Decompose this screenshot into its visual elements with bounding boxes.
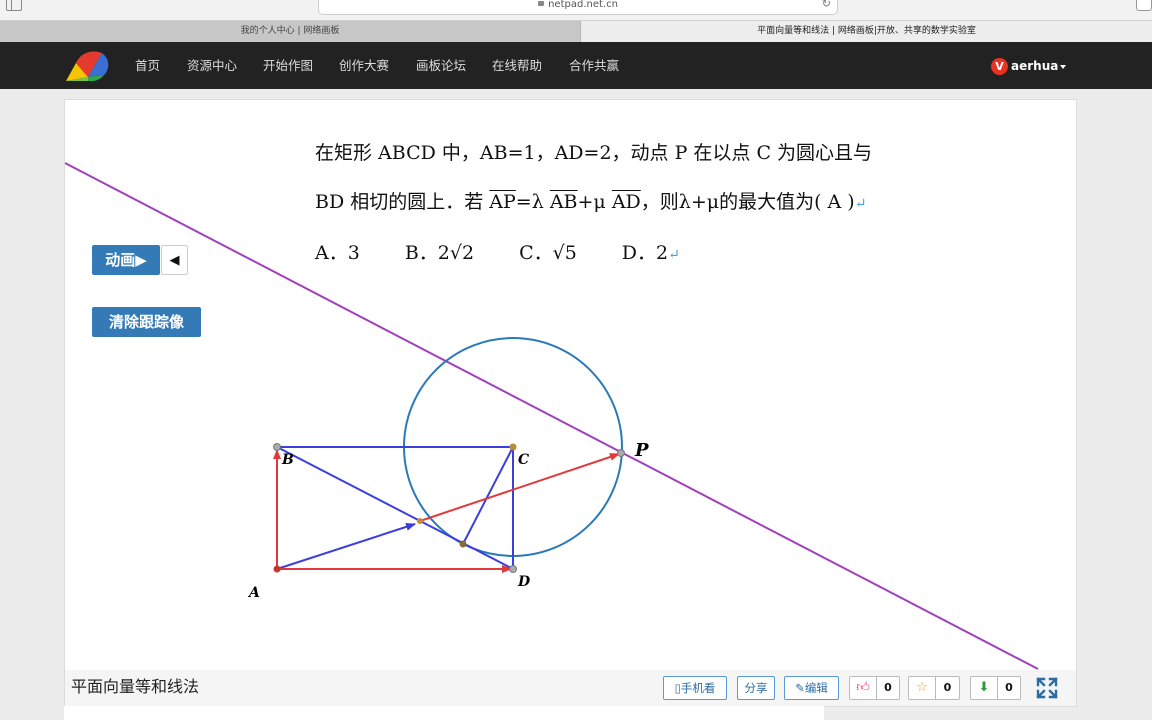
animate-reverse-button[interactable]: ◀ (161, 245, 188, 275)
geometry-figure: A B C D P (65, 162, 1039, 670)
tab-current-page[interactable]: 平面向量等和线法 | 网络画板|开放、共享的数学实验室 (581, 21, 1152, 42)
question-line-2: BD 相切的圆上．若 AP=λ AB+μ AD，则λ+μ的最大值为( A )↵ (315, 187, 866, 214)
return-mark-icon: ↵ (668, 247, 680, 263)
point-tangent[interactable] (459, 540, 467, 548)
question-line-2-end: ，则λ+μ的最大值为( A ) (640, 191, 855, 213)
option-c: C．√5 (519, 242, 577, 264)
clear-trace-button[interactable]: 清除跟踪像 (92, 307, 201, 337)
eq-lambda: =λ (515, 191, 550, 213)
question-line-2-start: BD 相切的圆上．若 (315, 191, 490, 213)
label-c: C (518, 452, 529, 468)
return-mark-icon: ↵ (854, 196, 867, 212)
user-menu[interactable]: Vaerhua (991, 56, 1067, 76)
download-button[interactable]: ⬇ (970, 676, 998, 700)
nav-cooperation[interactable]: 合作共赢 (569, 42, 619, 89)
star-icon: ☆ (916, 680, 928, 695)
fullscreen-icon[interactable] (1035, 676, 1059, 700)
vector-a-to-bd (276, 522, 416, 570)
point-d[interactable] (509, 565, 517, 573)
nav-contest[interactable]: 创作大赛 (339, 42, 389, 89)
question-line-1: 在矩形 ABCD 中，AB=1，AD=2，动点 P 在以点 C 为圆心且与 (315, 142, 873, 164)
lock-icon (538, 1, 545, 6)
download-icon: ⬇ (978, 680, 990, 695)
option-b: B．2√2 (404, 242, 475, 264)
vector-ad-text: AD (611, 191, 641, 213)
work-title: 平面向量等和线法 (71, 677, 200, 696)
point-b[interactable] (273, 443, 281, 451)
point-p[interactable] (617, 449, 625, 457)
thumbs-up-icon: 👍︎ (856, 680, 870, 695)
label-b: B (281, 452, 294, 468)
tab-bar: 我的个人中心 | 网络画板 平面向量等和线法 | 网络画板|开放、共享的数学实验… (0, 21, 1152, 42)
favorite-button[interactable]: ☆ (908, 676, 936, 700)
mobile-view-label: 手机看 (680, 681, 716, 695)
label-p: P (634, 440, 649, 461)
nav-forum[interactable]: 画板论坛 (416, 42, 466, 89)
browser-toolbar: netpad.net.cn ↻ (0, 0, 1152, 21)
footer-bar: 平面向量等和线法 ▯手机看 分享 ✎编辑 👍︎ 0 ☆ 0 ⬇ 0 (64, 670, 1077, 707)
option-d: D．2 (621, 242, 669, 264)
like-count: 0 (877, 676, 900, 700)
download-count: 0 (998, 676, 1021, 700)
url-text: netpad.net.cn (548, 0, 618, 10)
drawing-canvas[interactable]: A B C D P 在矩形 ABCD 中，AB=1，AD=2，动点 P 在以点 … (64, 99, 1077, 671)
vip-badge-icon: V (991, 58, 1008, 75)
favorite-count: 0 (936, 676, 960, 700)
nav-resources[interactable]: 资源中心 (187, 42, 237, 89)
netpad-logo-icon[interactable] (62, 47, 112, 85)
point-a[interactable] (273, 565, 281, 573)
nav-help[interactable]: 在线帮助 (492, 42, 542, 89)
point-intersection[interactable] (417, 518, 423, 524)
label-d: D (517, 574, 531, 590)
username: aerhua (1011, 59, 1059, 73)
vector-ap-text: AP (489, 191, 516, 213)
option-a: A．3 (315, 242, 360, 264)
radius-segment (462, 446, 514, 545)
sidebar-toggle-icon[interactable] (6, 0, 22, 11)
address-bar[interactable]: netpad.net.cn ↻ (318, 0, 838, 15)
edit-icon: ✎ (795, 681, 805, 695)
chevron-down-icon (1060, 64, 1067, 69)
reload-icon[interactable]: ↻ (822, 0, 831, 9)
share-button[interactable]: 分享 (737, 676, 775, 700)
edit-label: 编辑 (804, 681, 828, 695)
nav-start-drawing[interactable]: 开始作图 (263, 42, 313, 89)
nav-home[interactable]: 首页 (135, 42, 160, 89)
share-window-icon[interactable] (1136, 0, 1152, 11)
label-a: A (247, 585, 260, 601)
edit-button[interactable]: ✎编辑 (784, 676, 839, 700)
vector-ab-text: AB (549, 191, 578, 213)
segment-bd (276, 446, 514, 570)
page-content-below (64, 706, 824, 720)
mobile-view-button[interactable]: ▯手机看 (663, 676, 727, 700)
answer-options: A．3 B．2√2 C．√5 D．2↵ (315, 238, 680, 265)
like-button[interactable]: 👍︎ (849, 676, 877, 700)
site-navbar: 首页 资源中心 开始作图 创作大赛 画板论坛 在线帮助 合作共赢 Vaerhua (0, 42, 1152, 89)
point-c[interactable] (509, 443, 517, 451)
animate-button[interactable]: 动画▶ (92, 245, 160, 275)
tab-personal-center[interactable]: 我的个人中心 | 网络画板 (0, 21, 581, 42)
plus-mu: +μ (577, 191, 612, 213)
